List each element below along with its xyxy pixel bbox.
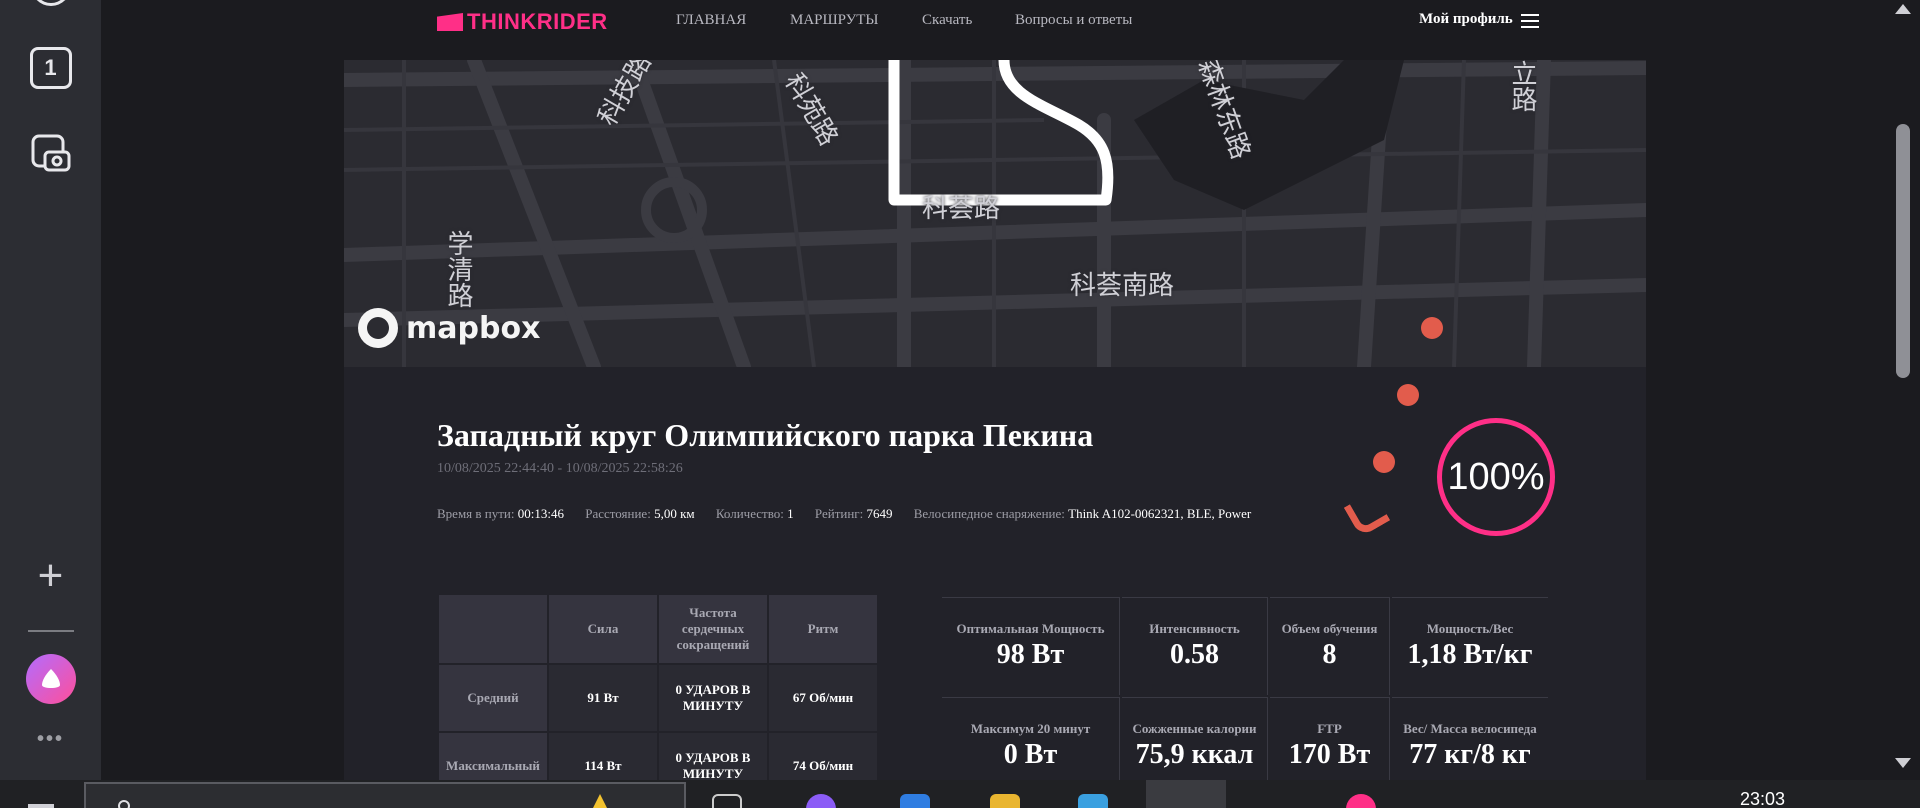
logo-text: THINKRIDER xyxy=(467,9,608,34)
taskbar-app-icon[interactable] xyxy=(806,794,836,808)
map-road-label: 学清路 xyxy=(443,230,473,308)
stat-label: Велосипедное снаряжение: xyxy=(913,506,1065,521)
metric-label: Объем обучения xyxy=(1281,621,1378,636)
mapbox-attribution[interactable]: mapbox xyxy=(358,308,540,348)
screenshot-icon[interactable] xyxy=(29,132,73,176)
table-cell: 0 УДАРОВ В МИНУТУ xyxy=(659,665,767,731)
table-row-header: Средний xyxy=(439,665,547,731)
route-map[interactable]: 科技路 科苑路 学清路 科荟路 科荟南路 森林东路 立路 mapbox xyxy=(344,60,1646,367)
metric-value: 98 Вт xyxy=(996,639,1065,670)
hamburger-menu-icon[interactable] xyxy=(1521,14,1539,28)
taskbar-app-icon[interactable] xyxy=(990,794,1020,808)
metric-label: Мощность/Вес xyxy=(1426,621,1514,636)
metric-value: 0.58 xyxy=(1170,639,1219,670)
stat-value: 7649 xyxy=(866,506,893,521)
decor-hook-icon xyxy=(1343,490,1391,538)
taskbar-clock[interactable]: 23:03 xyxy=(1740,789,1785,808)
my-profile-link[interactable]: Мой профиль xyxy=(1419,11,1513,28)
divider xyxy=(27,630,74,632)
decor-dot xyxy=(1373,451,1395,473)
metric-ftp: FTP 170 Вт xyxy=(1270,697,1390,780)
completion-ring: 100% xyxy=(1437,418,1555,536)
nav-download[interactable]: Скачать xyxy=(922,12,972,29)
route-summary-panel: Западный круг Олимпийского парка Пекина … xyxy=(344,367,1646,799)
table-cell: 91 Вт xyxy=(549,665,657,731)
metric-value: 75,9 ккал xyxy=(1135,739,1254,770)
history-icon[interactable] xyxy=(30,0,71,6)
metric-label: FTP xyxy=(1317,721,1342,736)
metric-label: Интенсивность xyxy=(1149,621,1240,636)
workspace-badge[interactable]: 1 xyxy=(29,47,72,89)
stat-label: Время в пути: xyxy=(437,506,515,521)
stat-value: Think A102-0062321, BLE, Power xyxy=(1068,506,1252,521)
map-road-label: 科荟南路 xyxy=(1070,271,1175,301)
metric-calories: Сожженные калории 75,9 ккал xyxy=(1122,697,1268,780)
mapbox-text: mapbox xyxy=(406,310,541,346)
metric-value: 8 xyxy=(1322,639,1337,670)
completion-percent: 100% xyxy=(1447,455,1545,498)
metric-value: 1,18 Вт/кг xyxy=(1407,639,1533,670)
table-header: Сила xyxy=(549,595,657,663)
table-header xyxy=(439,595,547,663)
more-icon[interactable]: ••• xyxy=(37,728,64,751)
taskbar-app-icon[interactable] xyxy=(1078,794,1108,808)
logo-mark-icon xyxy=(437,13,463,31)
metric-label: Вес/ Масса велосипеда xyxy=(1403,721,1537,736)
taskbar-app-icon[interactable] xyxy=(1346,794,1376,808)
metric-max-20-min: Максимум 20 минут 0 Вт xyxy=(942,697,1120,780)
route-time-range: 10/08/2025 22:44:40 - 10/08/2025 22:58:2… xyxy=(437,461,683,476)
metric-value: 170 Вт xyxy=(1288,739,1371,770)
table-header-row: Сила Частота сердечных сокращений Ритм xyxy=(439,595,877,663)
table-header: Ритм xyxy=(769,595,877,663)
scroll-up-icon[interactable] xyxy=(1895,4,1911,14)
metric-label: Оптимальная Мощность xyxy=(956,621,1105,636)
assistant-icon[interactable] xyxy=(25,654,76,704)
nav-home[interactable]: ГЛАВНАЯ xyxy=(676,12,746,29)
route-title: Западный круг Олимпийского парка Пекина xyxy=(437,417,1094,453)
metric-weight-bike-mass: Вес/ Масса велосипеда 77 кг/8 кг xyxy=(1392,697,1548,780)
metric-label: Сожженные калории xyxy=(1132,721,1257,736)
map-road-label: 立路 xyxy=(1507,60,1537,112)
metric-value: 77 кг/8 кг xyxy=(1409,739,1531,770)
stat-label: Расстояние: xyxy=(585,506,651,521)
metric-intensity: Интенсивность 0.58 xyxy=(1122,597,1268,695)
metric-power-weight: Мощность/Вес 1,18 Вт/кг xyxy=(1392,597,1548,695)
route-stats: Время в пути: 00:13:46 Расстояние: 5,00 … xyxy=(437,506,1269,522)
scroll-down-icon[interactable] xyxy=(1895,758,1911,768)
search-icon xyxy=(118,800,130,808)
site-header: THINKRIDER ГЛАВНАЯ МАРШРУТЫ Скачать Вопр… xyxy=(101,0,1886,60)
os-taskbar: 23:03 xyxy=(0,780,1920,808)
table-cell: 67 Об/мин xyxy=(769,665,877,731)
metric-training-volume: Объем обучения 8 xyxy=(1270,597,1390,695)
metric-optimal-power: Оптимальная Мощность 98 Вт xyxy=(942,597,1120,695)
thinkrider-logo[interactable]: THINKRIDER xyxy=(437,9,608,35)
stat-value: 5,00 км xyxy=(654,506,695,521)
add-icon[interactable]: + xyxy=(38,554,64,598)
table-header: Частота сердечных сокращений xyxy=(659,595,767,663)
stat-value: 00:13:46 xyxy=(517,506,564,521)
metric-value: 0 Вт xyxy=(1003,739,1058,770)
nav-faq[interactable]: Вопросы и ответы xyxy=(1015,12,1132,29)
decor-dot xyxy=(1397,384,1419,406)
mapbox-icon xyxy=(358,308,398,348)
map-road-label: 科荟路 xyxy=(922,194,1001,224)
app-launcher-sidebar: 1 + ••• xyxy=(0,0,101,780)
taskbar-app-icon[interactable] xyxy=(900,794,930,808)
stat-label: Количество: xyxy=(715,506,784,521)
taskbar-active-app[interactable] xyxy=(1146,780,1226,808)
table-row: Средний 91 Вт 0 УДАРОВ В МИНУТУ 67 Об/ми… xyxy=(439,665,877,731)
scroll-thumb[interactable] xyxy=(1896,124,1910,378)
power-stats-table: Сила Частота сердечных сокращений Ритм С… xyxy=(437,593,879,801)
stat-value: 1 xyxy=(787,506,794,521)
metric-label: Максимум 20 минут xyxy=(970,721,1091,736)
page-scrollbar[interactable] xyxy=(1886,0,1920,780)
start-icon[interactable] xyxy=(28,804,54,808)
nav-routes[interactable]: МАРШРУТЫ xyxy=(790,12,878,29)
stat-label: Рейтинг: xyxy=(814,506,864,521)
taskbar-app-icon[interactable] xyxy=(712,794,742,808)
